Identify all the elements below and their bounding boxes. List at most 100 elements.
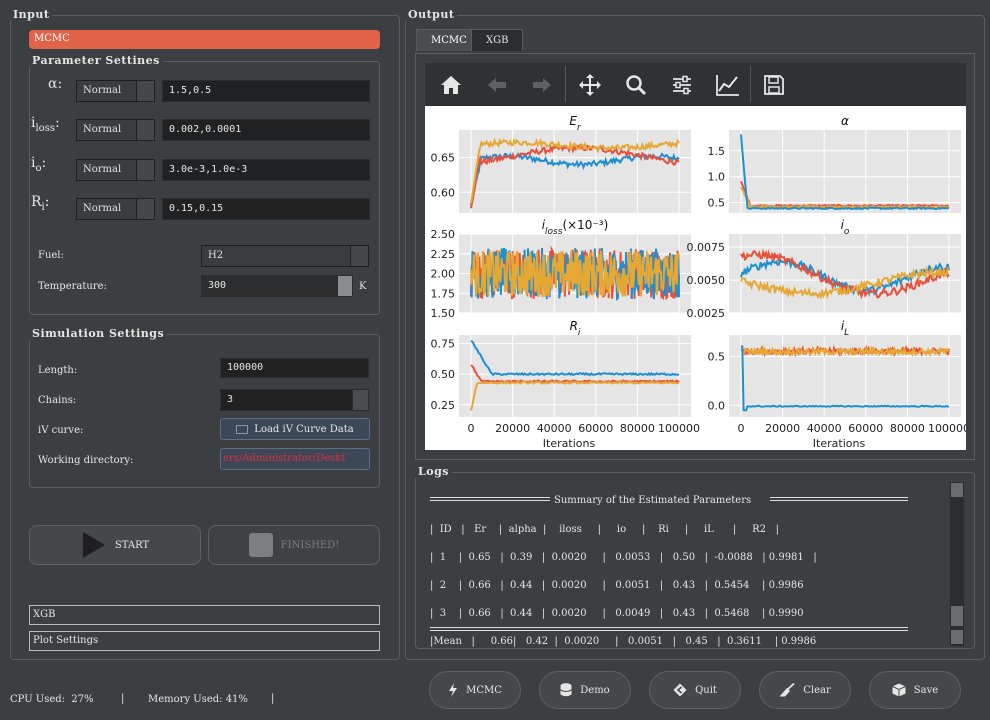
y-tick-label: 2.50	[431, 228, 456, 241]
clear-button-label: Clear	[803, 684, 831, 696]
x-tick-label: 60000	[848, 422, 883, 435]
back-icon[interactable]	[482, 70, 512, 100]
param-value-input[interactable]: 0.002,0.0001	[162, 119, 370, 141]
distribution-select[interactable]: Normal	[76, 159, 155, 181]
move-icon[interactable]	[575, 70, 605, 100]
tab-xgb[interactable]: XGB	[471, 29, 524, 51]
plot-canvas[interactable]: 0.650.60Er1.51.00.5α2.502.252.001.751.50…	[425, 106, 966, 450]
output-title: Output	[405, 8, 458, 21]
forward-icon[interactable]	[527, 70, 557, 100]
x-tick-label: 20000	[495, 422, 530, 435]
y-tick-label: 0.0075	[687, 241, 726, 254]
distribution-value: Normal	[83, 164, 122, 175]
temperature-value: 300	[208, 280, 227, 291]
y-tick-label: 0.5	[708, 350, 726, 363]
summary-rule-top	[430, 497, 550, 501]
log-row: | 2 | 0.66 | 0.44 | 0.0020 | 0.0051 | 0.…	[430, 580, 804, 591]
log-row: | 3 | 0.66 | 0.44 | 0.0020 | 0.0049 | 0.…	[430, 608, 804, 619]
mcmc-button[interactable]: MCMC	[429, 671, 521, 709]
temperature-slider-handle[interactable]	[338, 276, 352, 296]
lightning-icon	[449, 683, 458, 697]
clear-button[interactable]: Clear	[759, 671, 851, 709]
scroll-up-arrow[interactable]	[951, 483, 963, 497]
zoom-icon[interactable]	[621, 70, 651, 100]
model-bar-label: MCMC	[34, 33, 70, 44]
quit-button-label: Quit	[695, 684, 717, 696]
param-symbol-sub: i	[41, 201, 45, 213]
y-tick-label: 0.60	[431, 186, 456, 199]
plot-settings-bar[interactable]: Plot Settings	[29, 631, 380, 651]
y-tick-label: 0.0050	[687, 274, 726, 287]
save-button-label: Save	[913, 684, 939, 696]
stop-icon	[248, 533, 273, 557]
x-tick-label: 100000	[928, 422, 966, 435]
memory-usage: Memory Used: 41%	[148, 694, 248, 705]
x-tick-label: 0	[468, 422, 475, 435]
distribution-select[interactable]: Normal	[76, 119, 155, 141]
chevron-down-icon	[136, 199, 154, 219]
logs-scrollbar[interactable]	[950, 482, 964, 646]
param-value-input[interactable]: 0.15,0.15	[162, 198, 370, 220]
chains-spinbox[interactable]: 3	[220, 389, 369, 411]
y-tick-label: 1.75	[431, 287, 456, 300]
y-tick-label: 2.00	[431, 268, 456, 281]
start-button[interactable]: START	[29, 525, 201, 565]
param-symbol-main: α	[48, 76, 58, 92]
fuel-label: Fuel:	[38, 250, 64, 261]
y-tick-label: 0.25	[431, 399, 456, 412]
scroll-down-arrow[interactable]	[951, 630, 963, 644]
distribution-value: Normal	[83, 85, 122, 96]
distribution-value: Normal	[83, 124, 122, 135]
logs-content: Summary of the Estimated Parameters | ID…	[416, 482, 948, 647]
lines-icon[interactable]	[713, 70, 743, 100]
toolbar-divider	[565, 66, 566, 102]
scroll-thumb[interactable]	[951, 606, 963, 626]
sliders-icon[interactable]	[667, 70, 697, 100]
cpu-usage: CPU Used: 27%	[10, 694, 94, 705]
chevron-down-icon	[136, 81, 154, 101]
demo-button[interactable]: Demo	[539, 671, 631, 709]
x-tick-label: 40000	[537, 422, 572, 435]
param-value: 3.0e-3,1.0e-3	[169, 164, 248, 175]
il-plot-area	[729, 335, 961, 417]
y-tick-label: 0.0	[708, 399, 726, 412]
finished-button: FINISHED!	[208, 525, 380, 565]
working-directory-value: ers/Administrator/Deskt	[223, 453, 346, 464]
spin-arrows-icon[interactable]	[352, 390, 368, 410]
logs-title: Logs	[415, 465, 452, 478]
save-button[interactable]: Save	[869, 671, 961, 709]
broom-icon	[779, 683, 795, 697]
home-icon[interactable]	[436, 70, 466, 100]
alpha-title: α	[841, 114, 849, 128]
finished-label: FINISHED!	[280, 539, 340, 551]
param-symbol-sub: o	[35, 162, 42, 174]
param-value-input[interactable]: 3.0e-3,1.0e-3	[162, 159, 370, 181]
param-symbol: Ri:	[31, 194, 50, 213]
xgb-bar[interactable]: XGB	[29, 605, 380, 625]
temperature-input[interactable]: 300	[201, 275, 353, 297]
param-value: 1.5,0.5	[169, 85, 212, 96]
plot-settings-label: Plot Settings	[33, 635, 99, 646]
x-tick-label: 0	[738, 422, 745, 435]
log-mean-row: |Mean | 0.66| 0.42 | 0.0020 | 0.0051 | 0…	[430, 636, 817, 647]
length-input[interactable]: 100000	[220, 358, 369, 378]
param-value-input[interactable]: 1.5,0.5	[162, 80, 370, 102]
x-tick-label: 20000	[765, 422, 800, 435]
quit-button[interactable]: Quit	[649, 671, 741, 709]
save-icon[interactable]	[759, 70, 789, 100]
fuel-select[interactable]: H2	[201, 245, 369, 267]
chevron-down-icon	[136, 160, 154, 180]
distribution-select[interactable]: Normal	[76, 198, 155, 220]
input-title: Input	[10, 8, 53, 21]
y-tick-label: 1.0	[708, 171, 726, 184]
working-directory-button[interactable]: ers/Administrator/Deskt	[220, 448, 370, 470]
param-value: 0.15,0.15	[169, 203, 224, 214]
model-bar-mcmc[interactable]: MCMC	[29, 30, 380, 49]
distribution-value: Normal	[83, 203, 122, 214]
y-tick-label: 2.25	[431, 248, 456, 261]
fuel-value: H2	[208, 250, 224, 261]
toolbar-divider	[750, 66, 751, 102]
load-iv-curve-button[interactable]: Load iV Curve Data	[220, 418, 370, 440]
distribution-select[interactable]: Normal	[76, 80, 155, 102]
param-symbol-main: R	[31, 194, 42, 210]
